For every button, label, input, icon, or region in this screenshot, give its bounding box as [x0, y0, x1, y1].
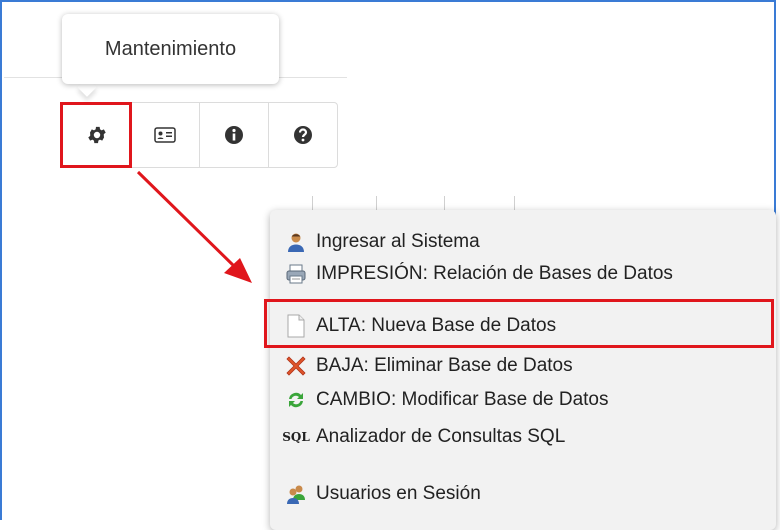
gear-highlight-box — [60, 102, 132, 168]
menu-item-label: Analizador de Consultas SQL — [316, 426, 566, 447]
menu-item-edit-database[interactable]: CAMBIO: Modificar Base de Datos — [284, 384, 609, 416]
id-card-button[interactable] — [132, 103, 200, 167]
menu-item-label: Usuarios en Sesión — [316, 483, 481, 504]
menu-item-sql-analyzer[interactable]: SQL Analizador de Consultas SQL — [282, 421, 566, 453]
help-button[interactable] — [269, 103, 338, 167]
red-x-icon — [284, 354, 308, 378]
maintenance-menu: Ingresar al Sistema IMPRESIÓN: Relación … — [270, 210, 776, 530]
menu-item-label: Ingresar al Sistema — [316, 231, 480, 252]
users-icon — [284, 482, 308, 506]
sql-icon: SQL — [282, 430, 310, 444]
menu-item-label: IMPRESIÓN: Relación de Bases de Datos — [316, 263, 673, 284]
menu-item-login[interactable]: Ingresar al Sistema — [284, 226, 480, 258]
menu-item-delete-database[interactable]: BAJA: Eliminar Base de Datos — [284, 350, 573, 382]
info-circle-icon — [224, 126, 243, 144]
maintenance-tooltip: Mantenimiento — [62, 14, 279, 84]
id-card-icon — [154, 127, 176, 143]
printer-icon — [284, 262, 308, 286]
new-database-highlight-box — [264, 299, 774, 348]
refresh-icon — [284, 388, 308, 412]
question-circle-icon — [293, 126, 312, 144]
menu-item-label: CAMBIO: Modificar Base de Datos — [316, 389, 609, 410]
menu-item-active-users[interactable]: Usuarios en Sesión — [284, 478, 481, 510]
user-icon — [284, 230, 308, 254]
menu-item-label: BAJA: Eliminar Base de Datos — [316, 355, 573, 376]
info-button[interactable] — [200, 103, 269, 167]
menu-item-print[interactable]: IMPRESIÓN: Relación de Bases de Datos — [284, 258, 673, 290]
